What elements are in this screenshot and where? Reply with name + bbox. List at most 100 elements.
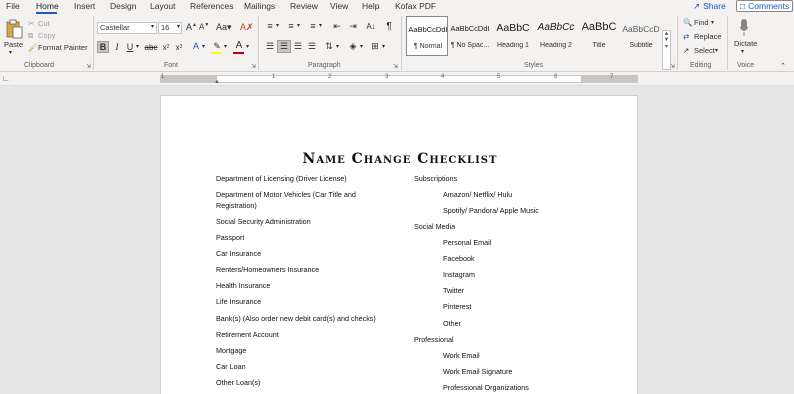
change-case-icon[interactable]: Aa▾ bbox=[216, 22, 232, 33]
checklist-item: Twitter bbox=[443, 286, 465, 295]
paragraph-launcher-icon[interactable]: ⇲ bbox=[393, 63, 398, 70]
borders-chevron-icon[interactable]: ▾ bbox=[382, 43, 385, 50]
styles-launcher-icon[interactable]: ⇲ bbox=[670, 63, 675, 70]
style-no-spacing[interactable]: AaBbCcDdI ¶ No Spac... bbox=[449, 16, 491, 56]
font-color-chevron-icon[interactable]: ▾ bbox=[246, 43, 249, 50]
tab-selector-icon[interactable]: ∟ bbox=[2, 74, 10, 83]
underline-icon[interactable]: U bbox=[124, 41, 136, 53]
tab-layout[interactable]: Layout bbox=[150, 1, 176, 11]
multilevel-chevron-icon[interactable]: ▾ bbox=[319, 22, 322, 29]
format-painter-button[interactable]: Format Painter bbox=[38, 43, 88, 52]
line-spacing-icon[interactable]: ⇅ bbox=[322, 40, 336, 53]
replace-icon[interactable]: ⇄ bbox=[683, 32, 689, 41]
format-painter-icon[interactable]: 🖌 bbox=[28, 43, 38, 52]
replace-button[interactable]: Replace bbox=[694, 32, 722, 41]
paste-button[interactable]: Paste bbox=[4, 40, 23, 49]
select-icon[interactable]: ↗ bbox=[683, 46, 689, 55]
style-title[interactable]: AaBbC Title bbox=[578, 16, 620, 56]
tab-design[interactable]: Design bbox=[110, 1, 136, 11]
multilevel-list-icon[interactable]: ≡ bbox=[306, 20, 320, 32]
tab-references[interactable]: References bbox=[190, 1, 233, 11]
numbering-chevron-icon[interactable]: ▾ bbox=[297, 22, 300, 29]
cut-button[interactable]: Cut bbox=[38, 19, 50, 28]
font-color-icon[interactable]: A bbox=[233, 39, 245, 51]
style-heading-2[interactable]: AaBbCc Heading 2 bbox=[535, 16, 577, 56]
tab-kofax-pdf[interactable]: Kofax PDF bbox=[395, 1, 436, 11]
share-button[interactable]: ↗ Share bbox=[689, 0, 730, 12]
comments-button[interactable]: □ Comments bbox=[736, 0, 794, 12]
checklist-item: Department of Motor Vehicles (Car Title … bbox=[216, 190, 356, 199]
justify-icon[interactable]: ☰ bbox=[305, 40, 319, 53]
italic-icon[interactable]: I bbox=[111, 41, 123, 53]
paste-dropdown-icon[interactable]: ▾ bbox=[9, 49, 12, 56]
tab-view[interactable]: View bbox=[330, 1, 348, 11]
shrink-font-icon[interactable]: A▼ bbox=[199, 22, 209, 32]
style-subtitle[interactable]: AaBbCcD Subtitle bbox=[620, 16, 662, 56]
bullets-chevron-icon[interactable]: ▾ bbox=[276, 22, 279, 29]
sort-icon[interactable]: A↓ bbox=[364, 20, 378, 32]
tab-home[interactable]: Home bbox=[36, 1, 59, 11]
line-spacing-chevron-icon[interactable]: ▾ bbox=[336, 43, 339, 50]
microphone-icon[interactable] bbox=[737, 17, 751, 39]
indent-marker-icon[interactable]: ▲ bbox=[214, 79, 220, 85]
tab-mailings[interactable]: Mailings bbox=[244, 1, 275, 11]
font-color-bar bbox=[233, 52, 244, 54]
increase-indent-icon[interactable]: ⇥ bbox=[346, 20, 360, 32]
align-left-icon[interactable]: ☰ bbox=[263, 40, 277, 53]
copy-button[interactable]: Copy bbox=[38, 31, 56, 40]
tab-insert[interactable]: Insert bbox=[74, 1, 95, 11]
font-launcher-icon[interactable]: ⇲ bbox=[251, 63, 256, 70]
text-effects-chevron-icon[interactable]: ▾ bbox=[202, 43, 205, 50]
superscript-icon[interactable]: x2 bbox=[173, 41, 185, 53]
category-heading: Professional bbox=[414, 335, 454, 344]
select-chevron-icon[interactable]: ▾ bbox=[715, 47, 718, 54]
text-effects-icon[interactable]: A bbox=[190, 40, 202, 52]
paste-icon[interactable] bbox=[4, 18, 24, 40]
numbering-icon[interactable]: ≡ bbox=[284, 20, 298, 32]
find-button[interactable]: Find bbox=[694, 18, 709, 27]
shading-icon[interactable]: ◈ bbox=[346, 40, 360, 53]
bullets-icon[interactable]: ≡ bbox=[263, 20, 277, 32]
font-size-chevron-icon[interactable]: ▾ bbox=[177, 23, 180, 30]
checklist-item: Passport bbox=[216, 233, 245, 242]
find-chevron-icon[interactable]: ▾ bbox=[711, 19, 714, 26]
copy-icon[interactable]: ⧉ bbox=[28, 31, 33, 41]
document-page[interactable]: Name Change Checklist Department of Lice… bbox=[160, 95, 638, 394]
subscript-icon[interactable]: x2 bbox=[160, 41, 172, 53]
ruler-number: 3 bbox=[385, 74, 389, 80]
select-button[interactable]: Select bbox=[694, 46, 715, 55]
borders-icon[interactable]: ⊞ bbox=[368, 40, 382, 53]
find-icon[interactable]: 🔍 bbox=[683, 18, 692, 27]
collapse-ribbon-icon[interactable]: ⌃ bbox=[780, 62, 786, 70]
style-heading-1[interactable]: AaBbC Heading 1 bbox=[492, 16, 534, 56]
bold-icon[interactable]: B bbox=[97, 41, 109, 53]
font-name-dropdown[interactable]: Castellar bbox=[97, 22, 157, 34]
grow-font-icon[interactable]: A▲ bbox=[186, 22, 197, 32]
style-normal[interactable]: AaBbCcDdI ¶ Normal bbox=[406, 16, 448, 56]
group-divider bbox=[258, 16, 259, 70]
clear-formatting-icon[interactable]: A✗ bbox=[240, 22, 254, 33]
highlight-chevron-icon[interactable]: ▾ bbox=[224, 43, 227, 50]
horizontal-ruler[interactable]: 1 1 2 3 4 5 6 7 ▲ bbox=[160, 74, 638, 85]
align-center-icon[interactable]: ☰ bbox=[277, 40, 291, 53]
dictate-chevron-icon[interactable]: ▾ bbox=[741, 48, 744, 55]
tab-help[interactable]: Help bbox=[362, 1, 379, 11]
cut-icon[interactable]: ✂ bbox=[28, 19, 34, 28]
tab-review[interactable]: Review bbox=[290, 1, 318, 11]
highlight-icon[interactable]: ✎ bbox=[211, 40, 223, 52]
clipboard-launcher-icon[interactable]: ⇲ bbox=[86, 63, 91, 70]
font-name-chevron-icon[interactable]: ▾ bbox=[151, 23, 154, 30]
checklist-item: Other Loan(s) bbox=[216, 378, 261, 387]
shading-chevron-icon[interactable]: ▾ bbox=[360, 43, 363, 50]
checklist-item: Work Email bbox=[443, 351, 480, 360]
show-formatting-icon[interactable]: ¶ bbox=[382, 20, 396, 32]
align-right-icon[interactable]: ☰ bbox=[291, 40, 305, 53]
decrease-indent-icon[interactable]: ⇤ bbox=[330, 20, 344, 32]
category-heading: Social Media bbox=[414, 222, 456, 231]
dictate-button[interactable]: Dictate bbox=[734, 39, 757, 48]
tab-file[interactable]: File bbox=[6, 1, 20, 11]
strikethrough-icon[interactable]: abc bbox=[144, 41, 158, 53]
checklist-item: Department of Licensing (Driver License) bbox=[216, 174, 347, 183]
checklist-item: Pinterest bbox=[443, 302, 472, 311]
underline-chevron-icon[interactable]: ▾ bbox=[136, 43, 139, 50]
